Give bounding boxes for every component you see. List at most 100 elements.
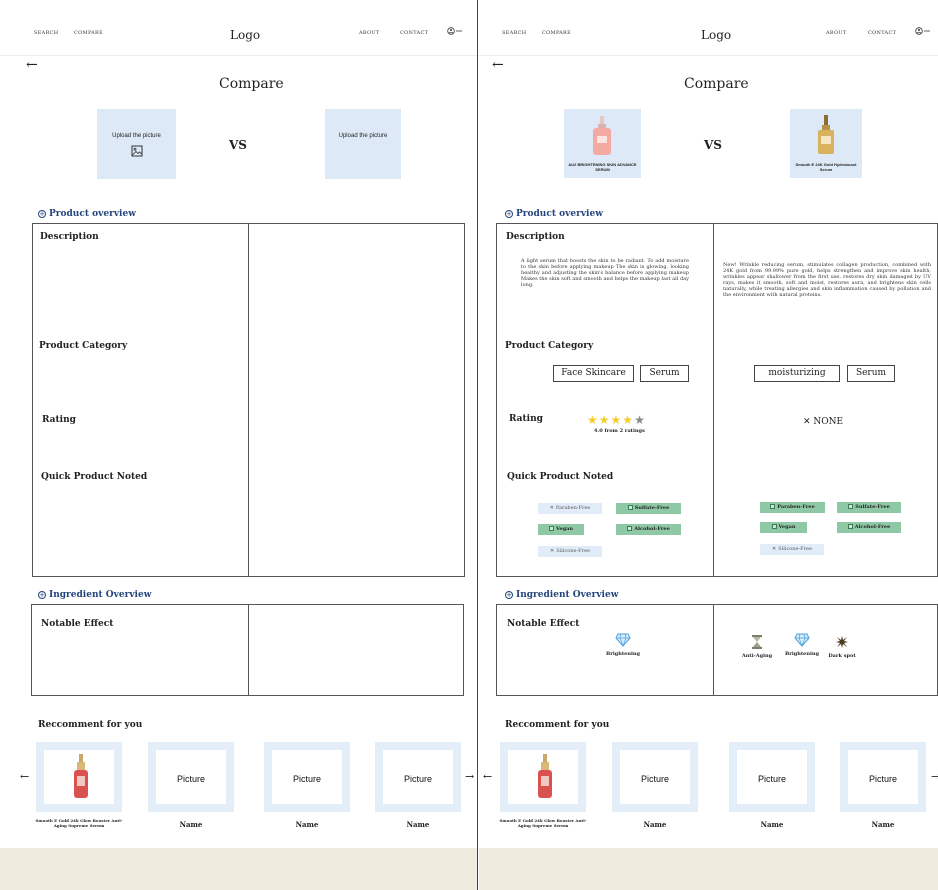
effect-label: Dark spot bbox=[828, 653, 856, 659]
plus-circle-icon: + bbox=[505, 210, 513, 218]
category-chip[interactable]: Face Skincare bbox=[553, 365, 634, 382]
cross-icon: ✕ bbox=[549, 505, 554, 511]
star-icon: ★ bbox=[610, 413, 623, 427]
recommend-name[interactable]: Name bbox=[259, 820, 355, 829]
column-divider bbox=[248, 605, 249, 695]
recommend-card[interactable]: Picture bbox=[375, 742, 461, 812]
back-arrow-icon[interactable]: ← bbox=[492, 58, 504, 72]
star-icon: ★ bbox=[598, 413, 611, 427]
quick-notes-label: Quick Product Noted bbox=[507, 472, 614, 482]
plus-circle-icon: + bbox=[38, 210, 46, 218]
prev-arrow-icon[interactable]: ← bbox=[483, 770, 492, 783]
product-overview-heading[interactable]: + Product overview bbox=[38, 209, 136, 219]
recommend-card[interactable] bbox=[500, 742, 586, 812]
nav-contact-link[interactable]: CONTACT bbox=[400, 30, 428, 36]
section-title: Ingredient Overview bbox=[49, 590, 152, 600]
logo[interactable]: Logo bbox=[230, 28, 260, 42]
footer bbox=[0, 848, 477, 890]
recommend-card[interactable] bbox=[36, 742, 122, 812]
recommend-name[interactable]: Name bbox=[607, 820, 703, 829]
category-chip[interactable]: Serum bbox=[640, 365, 689, 382]
nav-search-link[interactable]: SEARCH bbox=[502, 30, 526, 36]
category-chip[interactable]: moisturizing bbox=[754, 365, 840, 382]
vs-label: VS bbox=[229, 138, 247, 152]
check-box-icon bbox=[770, 504, 776, 509]
nav-compare-link[interactable]: COMPARE bbox=[74, 30, 103, 36]
prev-arrow-icon[interactable]: ← bbox=[20, 770, 29, 783]
tag-label: Paraben-Free bbox=[555, 505, 591, 511]
tag-label: Paraben-Free bbox=[777, 504, 815, 510]
section-title: Product overview bbox=[49, 209, 136, 219]
product-1-description: A light serum that boosts the skin to be… bbox=[521, 258, 689, 288]
category-label: Product Category bbox=[505, 341, 594, 351]
recommend-heading: Reccomment for you bbox=[38, 720, 143, 730]
nav-about-link[interactable]: ABOUT bbox=[359, 30, 380, 36]
recommend-card[interactable]: Picture bbox=[729, 742, 815, 812]
serum-bottle-image bbox=[72, 754, 90, 804]
recommend-name[interactable]: Name bbox=[370, 820, 466, 829]
nav-about-link[interactable]: ABOUT bbox=[826, 30, 847, 36]
recommend-name[interactable]: Name bbox=[724, 820, 820, 829]
tag-vegan: Vegan bbox=[760, 522, 807, 533]
upload-picture-slot-2[interactable]: Upload the picture bbox=[325, 109, 401, 179]
cross-icon: ✕ bbox=[803, 417, 814, 427]
upload-picture-slot-1[interactable]: Upload the picture bbox=[97, 109, 176, 179]
product-overview-table: Description Product Category Rating Quic… bbox=[32, 223, 465, 577]
nav-compare-link[interactable]: COMPARE bbox=[542, 30, 571, 36]
product-overview-heading[interactable]: + Product overview bbox=[505, 209, 603, 219]
top-nav: SEARCH COMPARE Logo ABOUT CONTACT bbox=[0, 0, 477, 56]
ingredient-overview-table: Notable Effect bbox=[31, 604, 464, 696]
next-arrow-icon[interactable]: → bbox=[465, 770, 474, 783]
cross-icon: ✕ bbox=[772, 546, 777, 552]
user-icon[interactable] bbox=[915, 27, 931, 37]
recommend-name[interactable]: Smooth E Gold 24k Glow Booster Anti-Agin… bbox=[31, 818, 127, 828]
product-card-2[interactable]: Smooth E 24K Gold Hydroboost Serum bbox=[790, 109, 862, 178]
column-divider bbox=[713, 224, 714, 576]
check-box-icon bbox=[771, 524, 777, 529]
recommend-card[interactable]: Picture bbox=[612, 742, 698, 812]
recommend-card[interactable]: Picture bbox=[840, 742, 926, 812]
ingredient-overview-heading[interactable]: + Ingredient Overview bbox=[38, 590, 151, 600]
user-icon[interactable] bbox=[447, 27, 463, 37]
tag-silicone-free: ✕ Silicone-Free bbox=[538, 546, 602, 557]
vs-label: VS bbox=[704, 138, 722, 152]
top-nav: SEARCH COMPARE Logo ABOUT CONTACT bbox=[479, 0, 938, 56]
rating-caption: 4.0 from 2 ratings bbox=[594, 428, 645, 434]
description-label: Description bbox=[40, 232, 99, 242]
card-picture-placeholder: Picture bbox=[176, 774, 205, 784]
nav-search-link[interactable]: SEARCH bbox=[34, 30, 58, 36]
recommend-card[interactable]: Picture bbox=[148, 742, 234, 812]
tag-paraben-free: ✕ Paraben-Free bbox=[538, 503, 602, 514]
recommend-heading: Reccomment for you bbox=[505, 720, 610, 730]
nav-contact-link[interactable]: CONTACT bbox=[868, 30, 896, 36]
tag-label: Alcohol-Free bbox=[634, 526, 670, 532]
next-arrow-icon[interactable]: → bbox=[931, 770, 938, 783]
ingredient-overview-heading[interactable]: + Ingredient Overview bbox=[505, 590, 618, 600]
effect-brightening: Brightening bbox=[601, 633, 645, 657]
compare-panel-filled: SEARCH COMPARE Logo ABOUT CONTACT ← Comp… bbox=[479, 0, 938, 890]
product-name: AU2 BRIGHTENING SKIN ADVANCE SERUM bbox=[568, 162, 637, 172]
recommend-name[interactable]: Smooth E Gold 24k Glow Booster Anti-Agin… bbox=[495, 818, 591, 828]
footer bbox=[479, 848, 938, 890]
effect-label: Brightening bbox=[784, 651, 820, 657]
recommend-card[interactable]: Picture bbox=[264, 742, 350, 812]
check-box-icon bbox=[549, 526, 554, 531]
tag-silicone-free: ✕ Silicone-Free bbox=[760, 544, 824, 555]
product-card-1[interactable]: AU2 BRIGHTENING SKIN ADVANCE SERUM bbox=[564, 109, 641, 178]
rating-none-text: NONE bbox=[813, 417, 844, 427]
back-arrow-icon[interactable]: ← bbox=[26, 58, 38, 72]
logo[interactable]: Logo bbox=[701, 28, 731, 42]
diamond-icon bbox=[780, 633, 824, 647]
quick-notes-label: Quick Product Noted bbox=[41, 472, 148, 482]
tag-label: Vegan bbox=[778, 524, 796, 530]
star-icon: ★ bbox=[587, 413, 599, 427]
tag-label: Sulfate-Free bbox=[634, 505, 670, 511]
category-chip[interactable]: Serum bbox=[847, 365, 895, 382]
recommend-name[interactable]: Name bbox=[143, 820, 239, 829]
recommend-name[interactable]: Name bbox=[835, 820, 931, 829]
check-box-icon bbox=[848, 504, 854, 509]
rating-none: ✕ NONE bbox=[803, 417, 843, 427]
star-rating: ★★★★★ bbox=[587, 413, 646, 427]
category-label: Product Category bbox=[39, 341, 128, 351]
upload-label: Upload the picture bbox=[338, 133, 388, 139]
